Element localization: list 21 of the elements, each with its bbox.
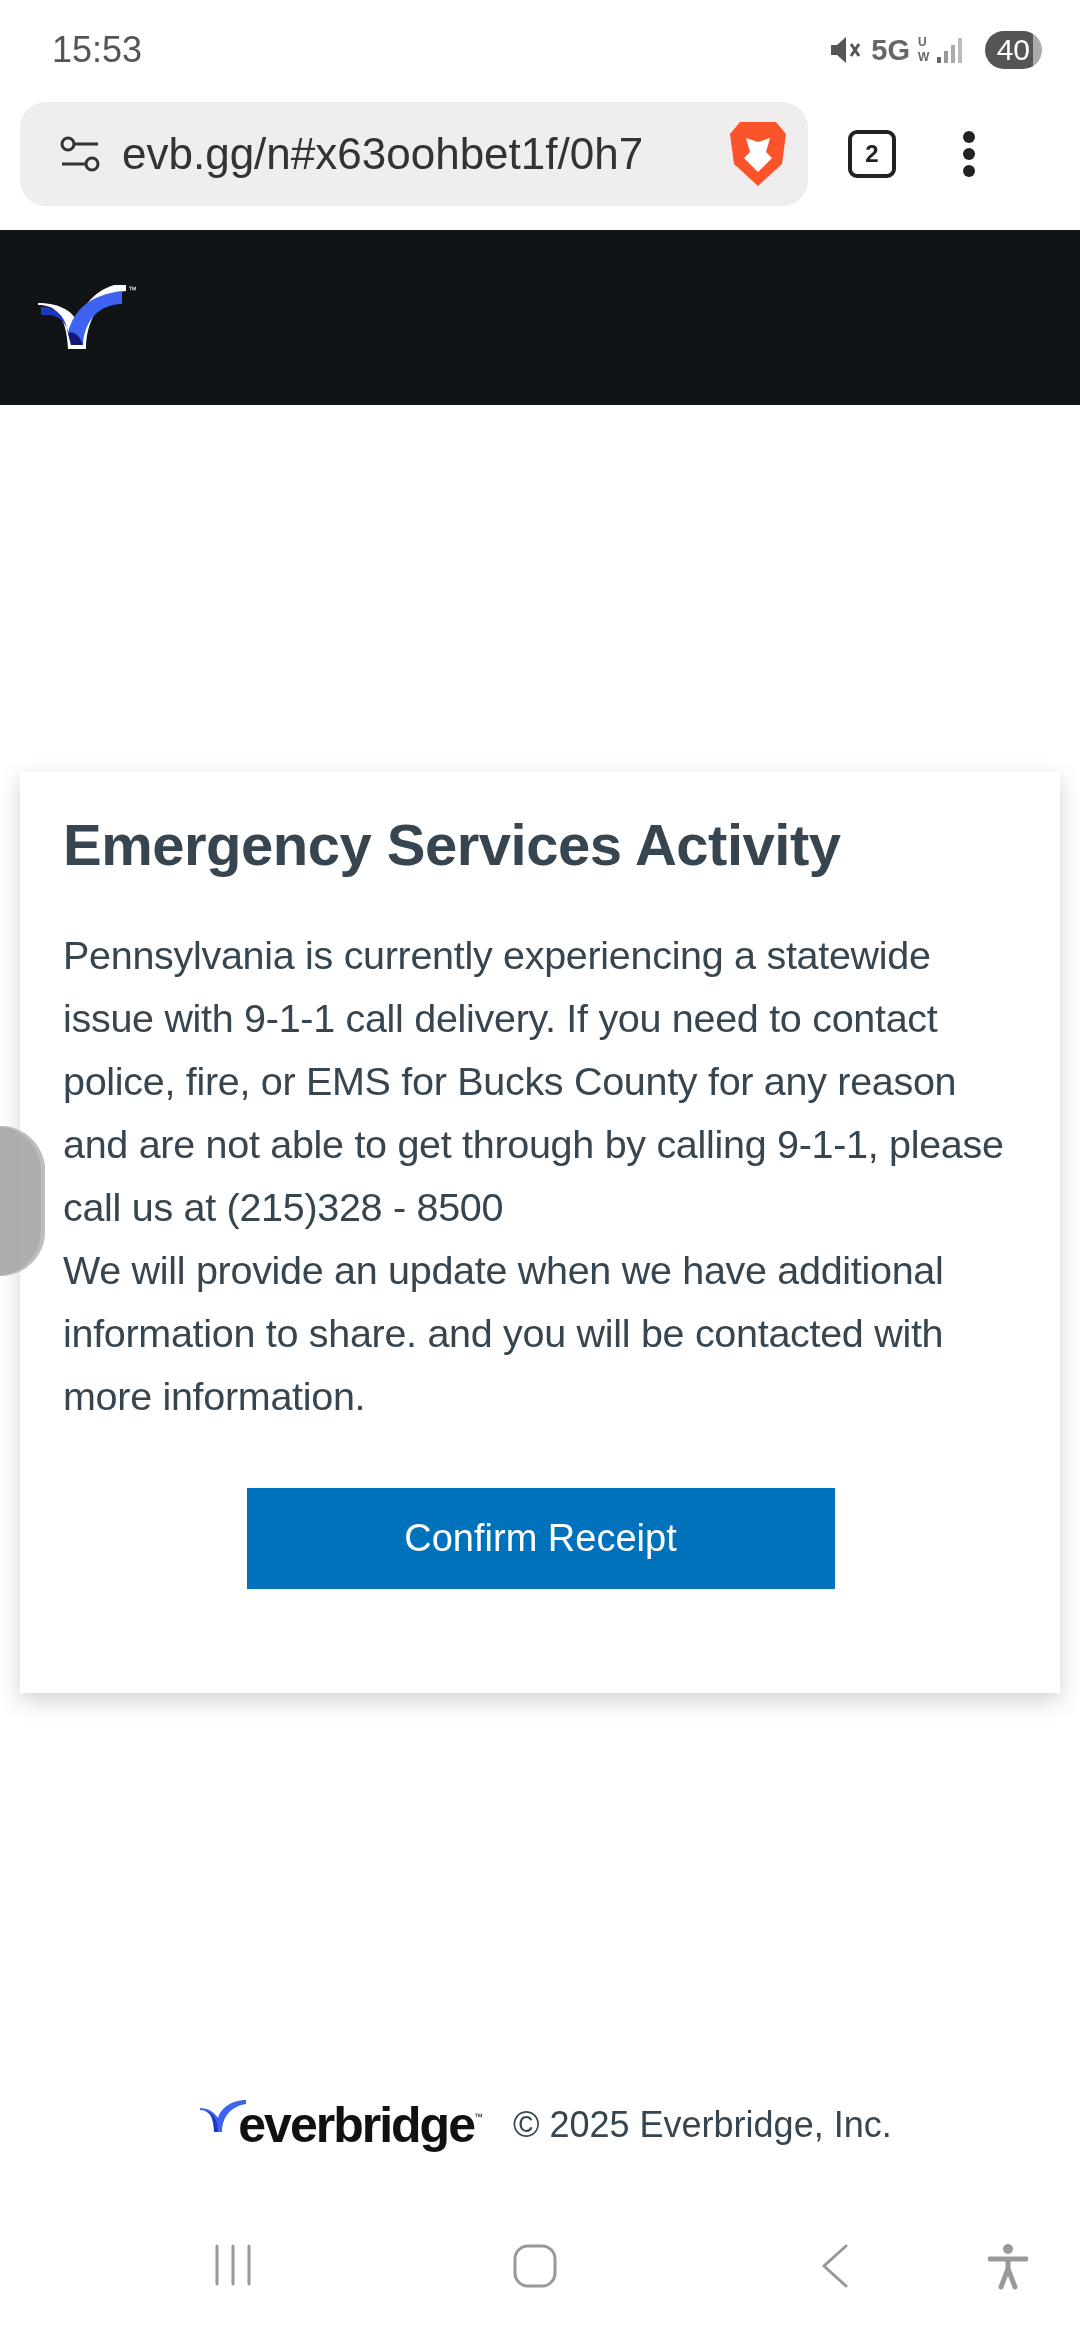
checkmark-logo[interactable]	[36, 284, 128, 351]
brand-wordmark: everbridge	[238, 2100, 474, 2150]
alert-message: Pennsylvania is currently experiencing a statewide issue with 9-1-1 call delivery. If you need to contact police, fire, or EMS for Bucks County for any reason and are not able to get through by calling 9-1-1, please call us at (215)328 - 8500	[63, 931, 1005, 1231]
back-icon[interactable]	[820, 2244, 850, 2288]
signal-icon	[934, 35, 965, 65]
network-label: 5G	[871, 33, 910, 67]
confirm-receipt-button[interactable]: Confirm Receipt	[246, 1487, 835, 1589]
trademark-mark: ™	[473, 2112, 483, 2122]
menu-icon[interactable]	[962, 130, 976, 178]
url-text: evb.gg/n#x63oohbet1f/0h7	[122, 129, 645, 179]
accessibility-icon[interactable]	[988, 2244, 1028, 2290]
alert-message: We will provide an update when we have additional information to share. and you will be contacted with more information.	[63, 1246, 945, 1420]
copyright-text: © 2025 Everbridge, Inc.	[512, 2104, 892, 2146]
address-bar[interactable]: evb.gg/n#x63oohbet1f/0h7	[20, 102, 808, 206]
site-settings-icon[interactable]	[60, 136, 100, 172]
battery-indicator: 40	[984, 31, 1042, 69]
clock: 15:53	[52, 29, 144, 71]
alert-title: Emergency Services Activity	[63, 811, 842, 879]
trademark-mark: ™	[128, 284, 137, 295]
home-icon[interactable]	[513, 2244, 557, 2288]
tab-count-button[interactable]: 2	[848, 130, 896, 178]
